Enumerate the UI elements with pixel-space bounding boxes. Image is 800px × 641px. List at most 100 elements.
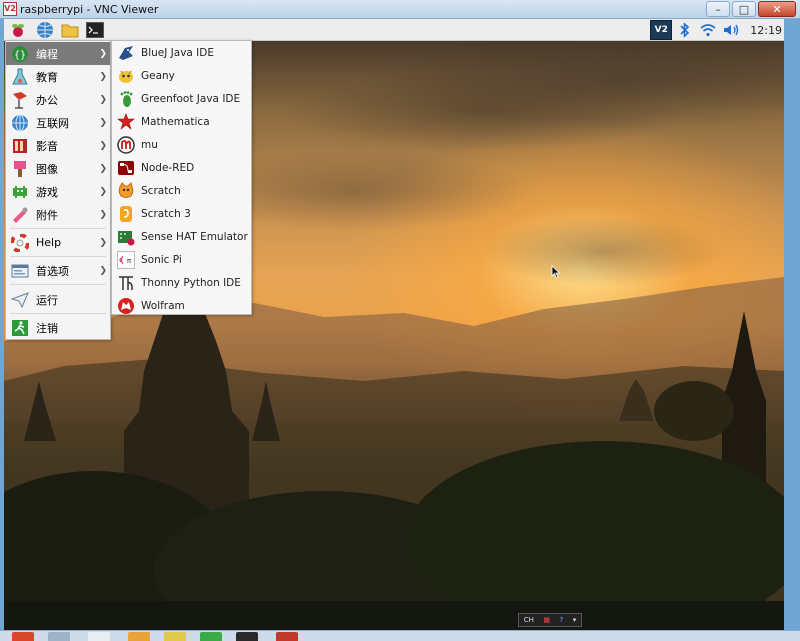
submenu-item-label: Scratch 3 [141,208,191,220]
menu-item-preferences[interactable]: 首选项 ❯ [6,259,110,282]
menu-item-run[interactable]: 运行 [6,288,110,311]
submenu-item-bluej[interactable]: BlueJ Java IDE [112,42,251,64]
submenu-item-label: BlueJ Java IDE [141,47,215,59]
submenu-item-mu[interactable]: mu [112,134,251,156]
education-flask-icon [10,67,30,87]
speaker-icon [724,24,739,36]
geany-icon [116,66,136,86]
wolfram-icon [116,296,136,316]
help-icon[interactable]: ? [559,616,563,624]
submenu-item-mathematica[interactable]: Mathematica [112,111,251,133]
submenu-item-greenfoot[interactable]: Greenfoot Java IDE [112,88,251,110]
menu-item-label: Help [36,236,62,249]
submenu-item-scratch3[interactable]: Scratch 3 [112,203,251,225]
submenu-item-wolfram[interactable]: Wolfram [112,295,251,317]
taskbar-vnc-viewer-icon[interactable] [276,632,298,641]
window-title: raspberrypi - VNC Viewer [20,3,159,16]
menu-item-internet[interactable]: 互联网 ❯ [6,111,110,134]
preferences-icon [10,261,30,281]
accessories-icon [10,205,30,225]
menu-item-games[interactable]: 游戏 ❯ [6,180,110,203]
code-braces-icon: {} [10,44,30,64]
submenu-item-label: Thonny Python IDE [141,277,241,289]
wifi-tray-item[interactable] [698,19,718,41]
terminal-launcher[interactable] [85,20,105,40]
keyboard-icon[interactable]: ▦ [543,616,550,624]
menu-item-sound-video[interactable]: 影音 ❯ [6,134,110,157]
scratch3-icon [116,204,136,224]
vnc-tray-item[interactable]: V2 [650,19,673,41]
menu-separator [10,313,106,314]
chevron-down-icon[interactable]: ▾ [573,616,577,624]
menu-item-label: 影音 [36,139,58,153]
input-language-indicator[interactable]: CH [524,616,534,624]
file-manager-launcher[interactable] [60,20,80,40]
submenu-item-thonny[interactable]: Thonny Python IDE [112,272,251,294]
chevron-right-icon: ❯ [99,237,107,248]
sonic-pi-icon: π [116,250,136,270]
vnc-title-bar[interactable]: V2 raspberrypi - VNC Viewer – □ ✕ [0,0,800,19]
mouse-cursor-icon [551,265,561,279]
raspberry-menu-button[interactable] [8,20,28,40]
terminal-icon [86,22,104,38]
space-invader-icon [10,182,30,202]
menu-item-accessories[interactable]: 附件 ❯ [6,203,110,226]
menu-item-label: 办公 [36,93,58,107]
vnc-logo-icon: V2 [3,2,17,16]
folder-icon [61,24,79,38]
menu-item-label: 教育 [36,70,58,84]
submenu-item-label: Wolfram [141,300,185,312]
taskbar-chrome-icon[interactable] [12,632,34,641]
window-controls: – □ ✕ [706,1,796,17]
globe-icon [10,113,30,133]
submenu-item-sonic-pi[interactable]: π Sonic Pi [112,249,251,271]
chevron-right-icon: ❯ [99,265,107,276]
menu-separator [10,228,106,229]
submenu-item-label: mu [141,139,158,151]
menu-item-logout[interactable]: 注销 [6,316,110,339]
menu-item-label: 游戏 [36,185,58,199]
submenu-item-label: Geany [141,70,175,82]
mathematica-icon [116,112,136,132]
taskbar-app-icon[interactable] [164,632,186,641]
minimize-button[interactable]: – [706,1,730,17]
scratch-icon [116,181,136,201]
mu-icon [116,135,136,155]
bluej-icon [116,43,136,63]
bluetooth-tray-item[interactable] [676,19,694,41]
vnc-server-icon: V2 [650,20,673,40]
close-button[interactable]: ✕ [758,1,796,17]
web-browser-launcher[interactable] [35,20,55,40]
office-icon [10,90,30,110]
menu-item-graphics[interactable]: 图像 ❯ [6,157,110,180]
menu-item-office[interactable]: 办公 ❯ [6,88,110,111]
host-taskbar [0,630,800,641]
menu-item-education[interactable]: 教育 ❯ [6,65,110,88]
volume-tray-item[interactable] [722,19,742,41]
taskbar-app-icon[interactable] [48,632,70,641]
taskbar-app-icon[interactable] [128,632,150,641]
taskbar-app-icon[interactable] [200,632,222,641]
submenu-item-scratch[interactable]: Scratch [112,180,251,202]
submenu-item-label: Node-RED [141,162,195,174]
maximize-button[interactable]: □ [732,1,756,17]
film-icon [10,136,30,156]
vnc-floating-toolbar[interactable]: CH ▦ ? ▾ [518,613,582,627]
remote-desktop-viewport[interactable]: V2 12:19 {} 编程 ❯ 教育 ❯ 办公 ❯ 互联网 ❯ 影音 ❯ 图像… [4,19,784,630]
programming-submenu: BlueJ Java IDE Geany Greenfoot Java IDE … [111,40,252,315]
wifi-icon [700,24,716,37]
paper-plane-icon [10,290,30,310]
submenu-item-geany[interactable]: Geany [112,65,251,87]
taskbar-app-icon[interactable] [236,632,258,641]
submenu-item-sense-hat-emulator[interactable]: Sense HAT Emulator [112,226,251,248]
panel-clock[interactable]: 12:19 [750,24,782,37]
bluetooth-icon [680,22,690,38]
menu-item-programming[interactable]: {} 编程 ❯ [6,42,110,65]
window-right-margin [784,19,800,630]
chevron-right-icon: ❯ [99,209,107,220]
submenu-item-node-red[interactable]: Node-RED [112,157,251,179]
menu-item-label: 图像 [36,162,58,176]
menu-item-help[interactable]: Help ❯ [6,231,110,254]
taskbar-app-icon[interactable] [88,632,110,641]
chevron-right-icon: ❯ [99,94,107,105]
